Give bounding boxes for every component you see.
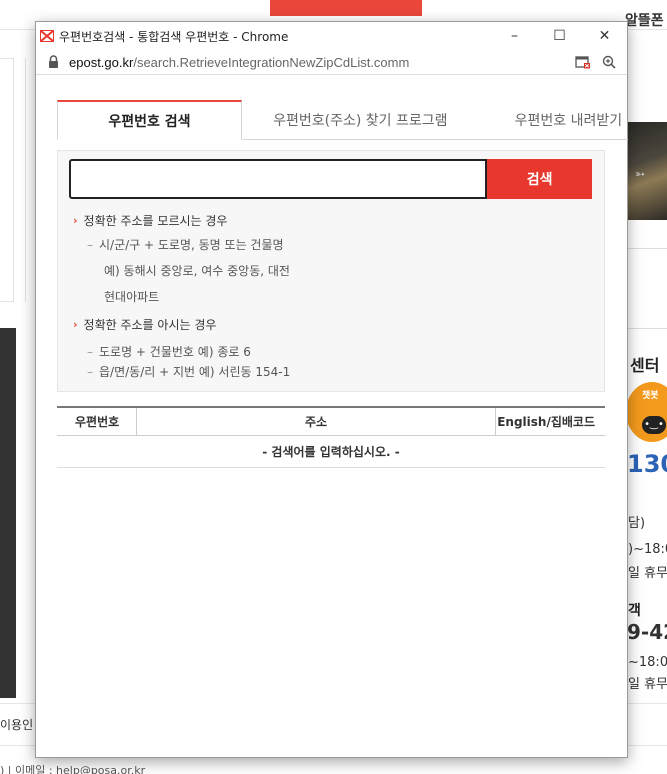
background-banner-image: ➳	[627, 122, 667, 220]
tip-heading-text: 정확한 주소를 모르시는 경우	[83, 214, 228, 228]
background-text-b: )~18:0	[628, 542, 667, 557]
tip-line-text: 읍/면/동/리 + 지번 예) 서린동 154-1	[99, 365, 291, 379]
results-table: 우편번호 주소 English/집배코드 - 검색어를 입력하십시오. -	[57, 406, 605, 468]
search-button[interactable]: 검색	[487, 159, 592, 199]
column-english: English/집배코드	[495, 407, 605, 436]
tip-example-cont: 현대아파트	[104, 290, 160, 304]
background-text-e: 일 휴무	[628, 677, 667, 692]
tab-zipcode-search[interactable]: 우편번호 검색	[57, 100, 242, 140]
maximize-button[interactable]: ☐	[537, 22, 582, 50]
tip-line: – 읍/면/동/리 + 지번 예) 서린동 154-1	[87, 365, 291, 379]
background-footer-link[interactable]: 이용인	[0, 716, 33, 733]
popup-content: 우편번호 검색 우편번호(주소) 찾기 프로그램 우편번호 내려받기 검색 › …	[36, 100, 628, 468]
address-bar: epost.go.kr/search.RetrieveIntegrationNe…	[36, 50, 627, 75]
tip-line: – 시/군/구 + 도로명, 동명 또는 건물명	[87, 238, 284, 252]
background-menu-label[interactable]: 알뜰폰	[625, 10, 664, 30]
background-label-2: 객	[628, 603, 641, 619]
tab-bar: 우편번호 검색 우편번호(주소) 찾기 프로그램 우편번호 내려받기	[57, 100, 628, 140]
url-host: epost.go.kr	[69, 54, 134, 70]
tip-heading-text: 정확한 주소를 아시는 경우	[83, 318, 217, 332]
tip-example: 예) 동해시 중앙로, 여수 중앙동, 대전	[104, 264, 290, 278]
tip-heading: › 정확한 주소를 모르시는 경우	[69, 212, 592, 229]
chatbot-icon[interactable]: 챗봇 •‿•	[626, 382, 667, 442]
popup-window: 우편번호검색 - 통합검색 우편번호 - Chrome – ☐ ✕ epost.…	[35, 21, 628, 758]
minimize-button[interactable]: –	[492, 22, 537, 50]
column-zipcode: 우편번호	[57, 407, 137, 436]
background-text-c: 일 휴무	[628, 566, 667, 581]
chatbot-face-icon: •‿•	[642, 416, 666, 434]
column-address: 주소	[304, 415, 328, 429]
chevron-right-icon: ›	[73, 214, 78, 227]
tip-known-address: › 정확한 주소를 아시는 경우 – 도로명 + 건물번호 예) 종로 6 – 읍/…	[69, 316, 592, 381]
epost-icon	[40, 30, 54, 42]
background-divider-3	[627, 328, 667, 329]
chatbot-label: 챗봇	[642, 391, 659, 401]
tip-unknown-address: › 정확한 주소를 모르시는 경우 – 시/군/구 + 도로명, 동명 또는 건물…	[69, 212, 592, 306]
tip-line-text: 도로명 + 건물번호 예) 종로 6	[99, 345, 251, 359]
url-text[interactable]: epost.go.kr/search.RetrieveIntegrationNe…	[69, 55, 567, 70]
window-title: 우편번호검색 - 통합검색 우편번호 - Chrome	[59, 29, 289, 44]
search-input[interactable]	[69, 159, 488, 199]
zoom-icon[interactable]	[599, 53, 619, 71]
window-title-bar[interactable]: 우편번호검색 - 통합검색 우편번호 - Chrome – ☐ ✕	[36, 22, 627, 50]
background-left-box	[0, 58, 14, 302]
lock-icon[interactable]	[48, 55, 60, 69]
popup-blocked-icon[interactable]	[573, 53, 593, 71]
background-phone-2: 9-42	[627, 620, 667, 644]
chevron-right-icon: ›	[73, 318, 78, 331]
tip-line: – 도로명 + 건물번호 예) 종로 6	[87, 345, 251, 359]
background-footer-contact: ) | 이메일 : help@posa.or.kr	[0, 764, 146, 774]
search-row: 검색	[69, 159, 592, 199]
close-button[interactable]: ✕	[582, 22, 627, 50]
background-text-a: 담)	[628, 516, 646, 531]
background-divider-2	[627, 248, 667, 249]
tip-line-text: 시/군/구 + 도로명, 동명 또는 건물명	[99, 238, 284, 252]
background-active-tab	[270, 0, 422, 16]
background-phone-1: 130	[627, 450, 667, 478]
background-text-d: ~18:0	[628, 655, 667, 670]
results-table-header: 우편번호 주소 English/집배코드	[57, 407, 605, 436]
bird-icon: ➳	[635, 167, 646, 181]
url-path: /search.RetrieveIntegrationNewZipCdList.…	[133, 54, 410, 70]
background-center-title: 센터	[630, 356, 660, 375]
tab-download[interactable]: 우편번호 내려받기	[479, 100, 628, 140]
tip-heading: › 정확한 주소를 아시는 경우	[69, 316, 592, 333]
results-empty-message: - 검색어를 입력하십시오. -	[57, 436, 605, 468]
background-dark-panel	[0, 328, 16, 698]
tab-find-program[interactable]: 우편번호(주소) 찾기 프로그램	[242, 100, 479, 140]
search-panel: 검색 › 정확한 주소를 모르시는 경우 – 시/군/구 + 도로명, 동명 또는…	[57, 150, 605, 392]
